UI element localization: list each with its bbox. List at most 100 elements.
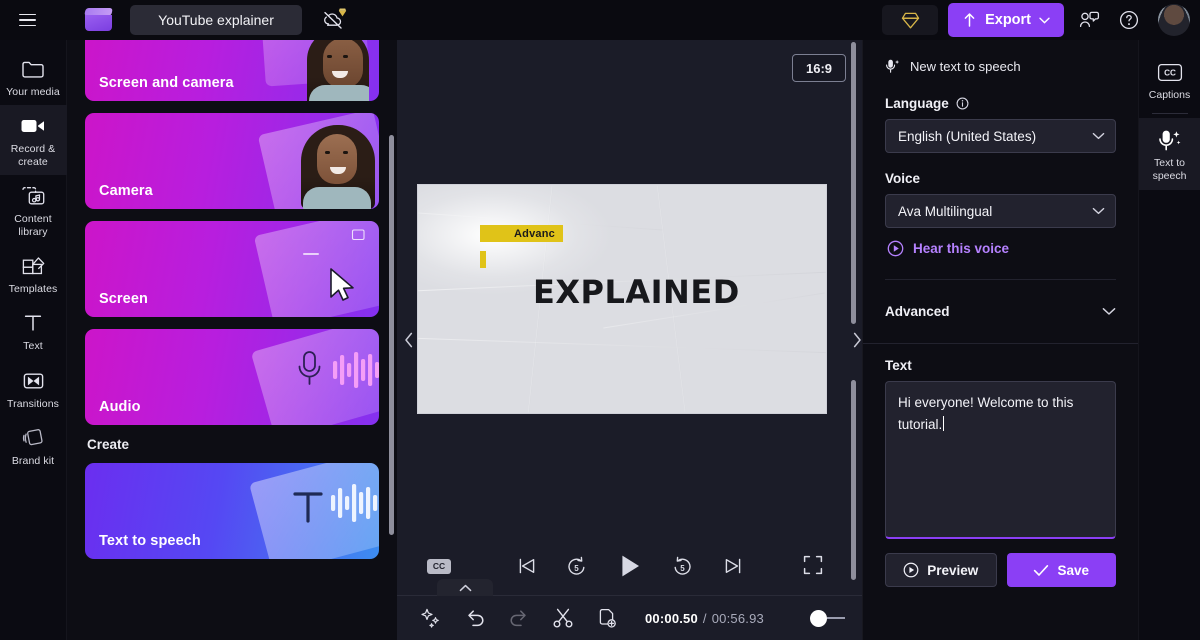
text-label: Text <box>885 358 1116 373</box>
sidebar-label: Your media <box>6 86 60 98</box>
info-icon[interactable] <box>956 97 969 110</box>
cards-scroll-area: Screen and camera Camera Screen Audio Cr… <box>67 40 389 640</box>
sidebar-label: Record & create <box>10 143 56 168</box>
help-button[interactable] <box>1114 5 1144 35</box>
skip-to-end-button[interactable] <box>719 552 747 580</box>
hamburger-icon[interactable] <box>14 7 40 33</box>
speech-text-input[interactable]: Hi everyone! Welcome to this tutorial. <box>885 381 1116 539</box>
panel-header-label: New text to speech <box>910 58 1021 74</box>
sidebar-item-your-media[interactable]: Your media <box>0 48 67 105</box>
advanced-accordion[interactable]: Advanced <box>863 280 1138 344</box>
card-screen[interactable]: Screen <box>85 221 379 317</box>
stage-highlight-tag: Advanc <box>480 225 563 242</box>
redo-icon <box>510 610 526 627</box>
transport-controls: 5 5 <box>513 549 747 583</box>
card-label: Text to speech <box>99 533 201 549</box>
text-to-speech-icon <box>886 59 900 73</box>
language-value: English (United States) <box>898 128 1037 144</box>
microphone-icon <box>298 351 321 385</box>
save-button[interactable]: Save <box>1006 553 1116 587</box>
sidebar-item-content-library[interactable]: Content library <box>0 175 67 245</box>
premium-button[interactable] <box>882 5 939 35</box>
preview-button[interactable]: Preview <box>885 553 997 587</box>
top-bar: YouTube explainer Export <box>0 0 1200 40</box>
sidebar-item-transitions[interactable]: Transitions <box>0 360 67 417</box>
cloud-offline-icon[interactable] <box>316 5 350 35</box>
sidebar-item-templates[interactable]: Templates <box>0 245 67 302</box>
clapperboard-logo[interactable] <box>84 7 114 33</box>
collaborate-button[interactable] <box>1074 5 1104 35</box>
play-circle-icon <box>887 240 904 257</box>
preview-area: 16:9 Advanc EXPLAINED CC 5 5 00:00.50 / … <box>397 40 862 640</box>
sidebar-item-record-and-create[interactable]: Record & create <box>0 105 67 176</box>
voice-value: Ava Multilingual <box>898 203 993 219</box>
top-bar-actions: Export <box>882 3 1190 37</box>
window-glyph <box>351 229 365 241</box>
rail-divider <box>1151 113 1188 115</box>
language-label-text: Language <box>885 96 949 111</box>
export-label: Export <box>985 12 1031 28</box>
chevron-down-icon <box>1092 207 1105 215</box>
diamond-icon <box>901 12 919 28</box>
undo-icon <box>468 610 484 627</box>
split-button[interactable] <box>551 606 575 630</box>
card-text-to-speech[interactable]: Text to speech <box>85 463 379 559</box>
svg-text:5: 5 <box>574 564 579 573</box>
redo-button[interactable] <box>507 606 531 630</box>
expand-timeline-button[interactable] <box>437 579 493 596</box>
folder-icon <box>21 57 45 81</box>
record-and-create-panel: Screen and camera Camera Screen Audio Cr… <box>67 40 397 640</box>
create-section-heading: Create <box>87 437 130 452</box>
duplicate-button[interactable] <box>595 606 619 630</box>
video-preview-stage[interactable]: Advanc EXPLAINED <box>417 184 827 414</box>
chevron-up-icon <box>459 584 471 591</box>
undo-button[interactable] <box>463 606 487 630</box>
rewind-5-button[interactable]: 5 <box>563 552 591 580</box>
hear-this-voice-button[interactable]: Hear this voice <box>887 240 1116 257</box>
zoom-slider-knob[interactable] <box>809 609 827 627</box>
presenter-thumbnail <box>301 125 375 209</box>
voice-select[interactable]: Ava Multilingual <box>885 194 1116 228</box>
fullscreen-button[interactable] <box>802 554 826 578</box>
card-camera[interactable]: Camera <box>85 113 379 209</box>
magic-tools-button[interactable] <box>419 606 443 630</box>
text-to-speech-art <box>245 463 379 559</box>
voice-label-text: Voice <box>885 171 921 186</box>
upload-icon <box>964 13 975 27</box>
properties-scrollbar-top[interactable] <box>851 42 856 324</box>
play-button[interactable] <box>613 549 647 583</box>
project-title-input[interactable]: YouTube explainer <box>130 5 302 35</box>
card-label: Audio <box>99 399 141 415</box>
sidebar-item-brand-kit[interactable]: Brand kit <box>0 417 67 474</box>
presenter-thumbnail <box>307 40 369 101</box>
sidebar-item-text[interactable]: Text <box>0 302 67 359</box>
sidebar-label: Text to speech <box>1152 157 1187 182</box>
sidebar-item-text-to-speech[interactable]: Text to speech <box>1138 118 1200 191</box>
right-navigation-rail: CC Captions Text to speech <box>1138 40 1200 640</box>
language-select[interactable]: English (United States) <box>885 119 1116 153</box>
cards-panel-scrollbar[interactable] <box>389 135 394 535</box>
collapse-left-panel-button[interactable] <box>401 316 417 364</box>
help-circle-icon <box>1119 10 1139 30</box>
aspect-ratio-button[interactable]: 16:9 <box>792 54 846 82</box>
user-avatar[interactable] <box>1158 4 1190 36</box>
play-icon <box>621 555 639 577</box>
skip-to-start-button[interactable] <box>513 552 541 580</box>
rewind-5-icon: 5 <box>568 556 585 575</box>
text-glyph-icon <box>293 492 323 523</box>
total-time: 00:56.93 <box>711 610 764 626</box>
closed-captions-icon: CC <box>1157 60 1183 84</box>
sidebar-item-captions[interactable]: CC Captions <box>1139 50 1200 109</box>
sidebar-label: Captions <box>1148 89 1191 101</box>
card-screen-and-camera[interactable]: Screen and camera <box>85 40 379 101</box>
collapse-right-panel-button[interactable] <box>849 316 865 364</box>
video-camera-icon <box>20 114 46 138</box>
forward-5-button[interactable]: 5 <box>669 552 697 580</box>
skip-to-start-icon <box>519 558 534 574</box>
card-audio[interactable]: Audio <box>85 329 379 425</box>
timeline-zoom-slider[interactable] <box>809 609 845 627</box>
export-button[interactable]: Export <box>948 3 1064 37</box>
captions-toggle-button[interactable]: CC <box>427 558 451 574</box>
properties-scrollbar-bottom[interactable] <box>851 380 856 580</box>
panel-header: New text to speech <box>885 58 1116 74</box>
